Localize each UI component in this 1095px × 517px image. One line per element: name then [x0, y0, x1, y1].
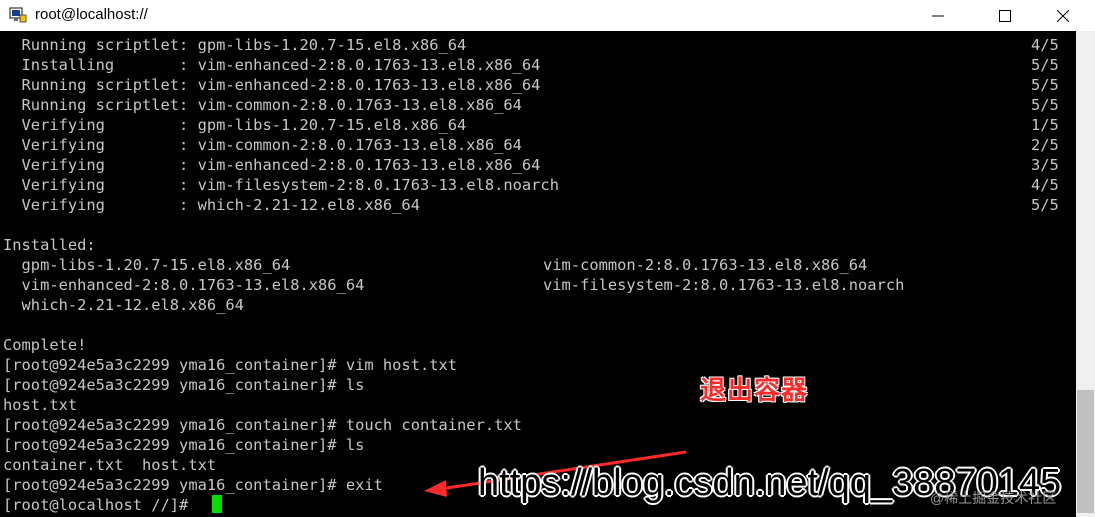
maximize-icon	[999, 9, 1011, 22]
annotation-label: 退出容器	[700, 375, 809, 405]
terminal-line: Verifying : vim-common-2:8.0.1763-13.el8…	[3, 136, 522, 154]
shell-line-exit: [root@924e5a3c2299 yma16_container]# exi…	[3, 476, 383, 494]
complete-message: Complete!	[3, 336, 87, 354]
shell-line: [root@924e5a3c2299 yma16_container]# ls	[3, 436, 365, 454]
terminal-line: Running scriptlet: vim-enhanced-2:8.0.17…	[3, 76, 541, 94]
scrollbar-thumb[interactable]	[1077, 390, 1094, 513]
terminal-cursor	[212, 495, 222, 513]
terminal-line: Running scriptlet: gpm-libs-1.20.7-15.el…	[3, 36, 467, 54]
shell-line: host.txt	[3, 396, 78, 414]
installed-package: vim-filesystem-2:8.0.1763-13.el8.noarch	[543, 276, 905, 294]
terminal-line: Running scriptlet: vim-common-2:8.0.1763…	[3, 96, 522, 114]
maximize-button[interactable]	[982, 0, 1028, 31]
shell-line: container.txt host.txt	[3, 456, 217, 474]
progress-count: 4/5	[1031, 176, 1059, 194]
terminal-line: Installing : vim-enhanced-2:8.0.1763-13.…	[3, 56, 541, 74]
installed-package: vim-enhanced-2:8.0.1763-13.el8.x86_64	[3, 276, 365, 294]
installed-package: which-2.21-12.el8.x86_64	[3, 296, 244, 314]
shell-line: [root@924e5a3c2299 yma16_container]# tou…	[3, 416, 522, 434]
progress-count: 1/5	[1031, 116, 1059, 134]
terminal-output[interactable]: Running scriptlet: gpm-libs-1.20.7-15.el…	[0, 31, 1076, 517]
terminal-line: Verifying : vim-filesystem-2:8.0.1763-13…	[3, 176, 559, 194]
watermark: @稀土掘金技术社区	[930, 490, 1057, 506]
progress-count: 5/5	[1031, 76, 1059, 94]
progress-count: 5/5	[1031, 196, 1059, 214]
installed-header: Installed:	[3, 236, 96, 254]
progress-count: 5/5	[1031, 56, 1059, 74]
installed-package: gpm-libs-1.20.7-15.el8.x86_64	[3, 256, 291, 274]
installed-package: vim-common-2:8.0.1763-13.el8.x86_64	[543, 256, 868, 274]
terminal-line: Verifying : gpm-libs-1.20.7-15.el8.x86_6…	[3, 116, 467, 134]
minimize-button[interactable]	[915, 0, 961, 31]
close-button[interactable]	[1040, 0, 1086, 31]
title-bar: root@localhost://	[0, 0, 1095, 31]
progress-count: 2/5	[1031, 136, 1059, 154]
close-icon	[1057, 9, 1069, 22]
terminal-line: Verifying : vim-enhanced-2:8.0.1763-13.e…	[3, 156, 541, 174]
terminal-line: Verifying : which-2.21-12.el8.x86_64	[3, 196, 420, 214]
shell-prompt[interactable]: [root@localhost //]#	[3, 495, 198, 515]
shell-line: [root@924e5a3c2299 yma16_container]# vim…	[3, 356, 458, 374]
shell-line: [root@924e5a3c2299 yma16_container]# ls	[3, 376, 365, 394]
progress-count: 5/5	[1031, 96, 1059, 114]
progress-count: 4/5	[1031, 36, 1059, 54]
minimize-icon	[932, 15, 944, 16]
window-title: root@localhost://	[35, 6, 148, 23]
terminal-app-icon[interactable]	[9, 6, 27, 24]
progress-count: 3/5	[1031, 156, 1059, 174]
